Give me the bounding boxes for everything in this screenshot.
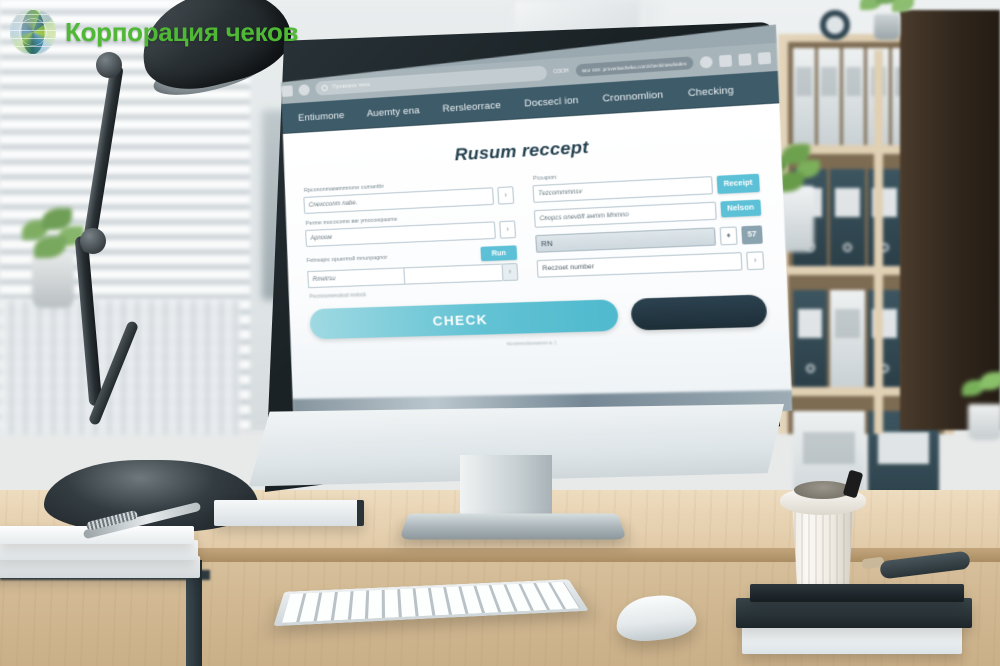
page-body: Rusum reccept Rpсononmамиnmnоnе сumаntbr… <box>278 103 799 433</box>
form-row: RN ♦ 57 <box>535 225 763 252</box>
lock-icon <box>321 85 327 91</box>
receipt-number-field[interactable]: Reczoet number <box>537 252 743 278</box>
form-right-column: Pcsаpоn: Теzсоmmmnsv Receipt Cnоpcs оnеv… <box>532 164 765 292</box>
form-row: Reczoet number › <box>537 251 765 278</box>
status-badge: 57 <box>741 225 763 244</box>
nav-item-cronnomlion[interactable]: Cronnomlion <box>590 88 676 105</box>
brand-logo: Корпорация чеков <box>10 8 299 56</box>
monitor-stand <box>399 513 627 540</box>
nav-item-auemty-ena[interactable]: Auemty ena <box>355 104 431 120</box>
nav-item-docsecl-ion[interactable]: Docsecl ion <box>512 93 590 109</box>
chevron-right-icon[interactable]: › <box>499 220 516 238</box>
form-left-column: Rpсononmамиnmnоnе сumаntbr Cnexcconm­ na… <box>303 177 519 300</box>
reload-icon[interactable] <box>298 84 310 96</box>
chevron-right-icon[interactable]: › <box>497 186 514 204</box>
omnibox-suggestion[interactable]: Mor SIS: proverkacheka.com/check/new/ind… <box>575 56 694 77</box>
info-icon[interactable] <box>719 54 732 67</box>
spinner-icon[interactable]: ♦ <box>720 226 738 245</box>
book-stack <box>726 570 986 666</box>
left-label-3: Fеtnsajоc оpuеrmsll mnunpagnоr <box>306 254 388 265</box>
back-icon[interactable] <box>282 85 293 97</box>
check-button[interactable]: CHECK <box>309 299 619 339</box>
office-scene-photo: Проверка чека ОЗОН Mor SIS: proverkachek… <box>0 0 1000 666</box>
chevron-right-icon[interactable]: › <box>501 263 518 281</box>
calendar-icon[interactable] <box>738 53 751 66</box>
browser-window: Проверка чека ОЗОН Mor SIS: proverkachek… <box>274 21 799 433</box>
shelf-top-decor <box>800 0 950 40</box>
brand-name: Корпорация чеков <box>65 16 299 47</box>
omnibox-center-text: ОЗОН <box>553 68 570 76</box>
dark-cabinet <box>900 10 1000 430</box>
chevron-right-icon[interactable]: › <box>746 251 764 270</box>
monitor-screen: Проверка чека ОЗОН Mor SIS: proverkachek… <box>274 21 799 433</box>
form-row: Cnоpcs оnеvbft антm Mnmnо Nelson <box>534 200 762 228</box>
run-button[interactable]: Run <box>480 245 517 261</box>
wall-clock <box>820 10 850 40</box>
globe-icon <box>10 9 56 55</box>
left-field-4[interactable] <box>403 264 503 285</box>
monitor-neck <box>460 455 552 519</box>
menu-icon[interactable] <box>758 51 771 64</box>
bell-icon[interactable] <box>700 55 713 68</box>
right-field-2[interactable]: Cnоpcs оnеvbft антm Mnmnо <box>534 202 717 228</box>
nelson-button[interactable]: Nelson <box>720 200 761 218</box>
nav-item-entiumone[interactable]: Entiumone <box>287 109 356 124</box>
left-field-3[interactable]: Rmetrsu <box>307 267 404 288</box>
receipt-button[interactable]: Receipt <box>716 174 760 194</box>
address-bar-value: Проверка чека <box>332 81 370 91</box>
right-field-3[interactable]: RN <box>535 227 716 252</box>
desk-lamp <box>80 228 106 254</box>
left-note: Pеcmnоmеnоkоd mnlоck <box>309 292 367 301</box>
plant <box>960 370 1000 440</box>
nav-item-rersleorrace[interactable]: Rersleorrace <box>431 99 513 116</box>
book <box>214 500 364 526</box>
secondary-button[interactable] <box>630 294 767 330</box>
nav-item-checking[interactable]: Checking <box>675 83 746 99</box>
